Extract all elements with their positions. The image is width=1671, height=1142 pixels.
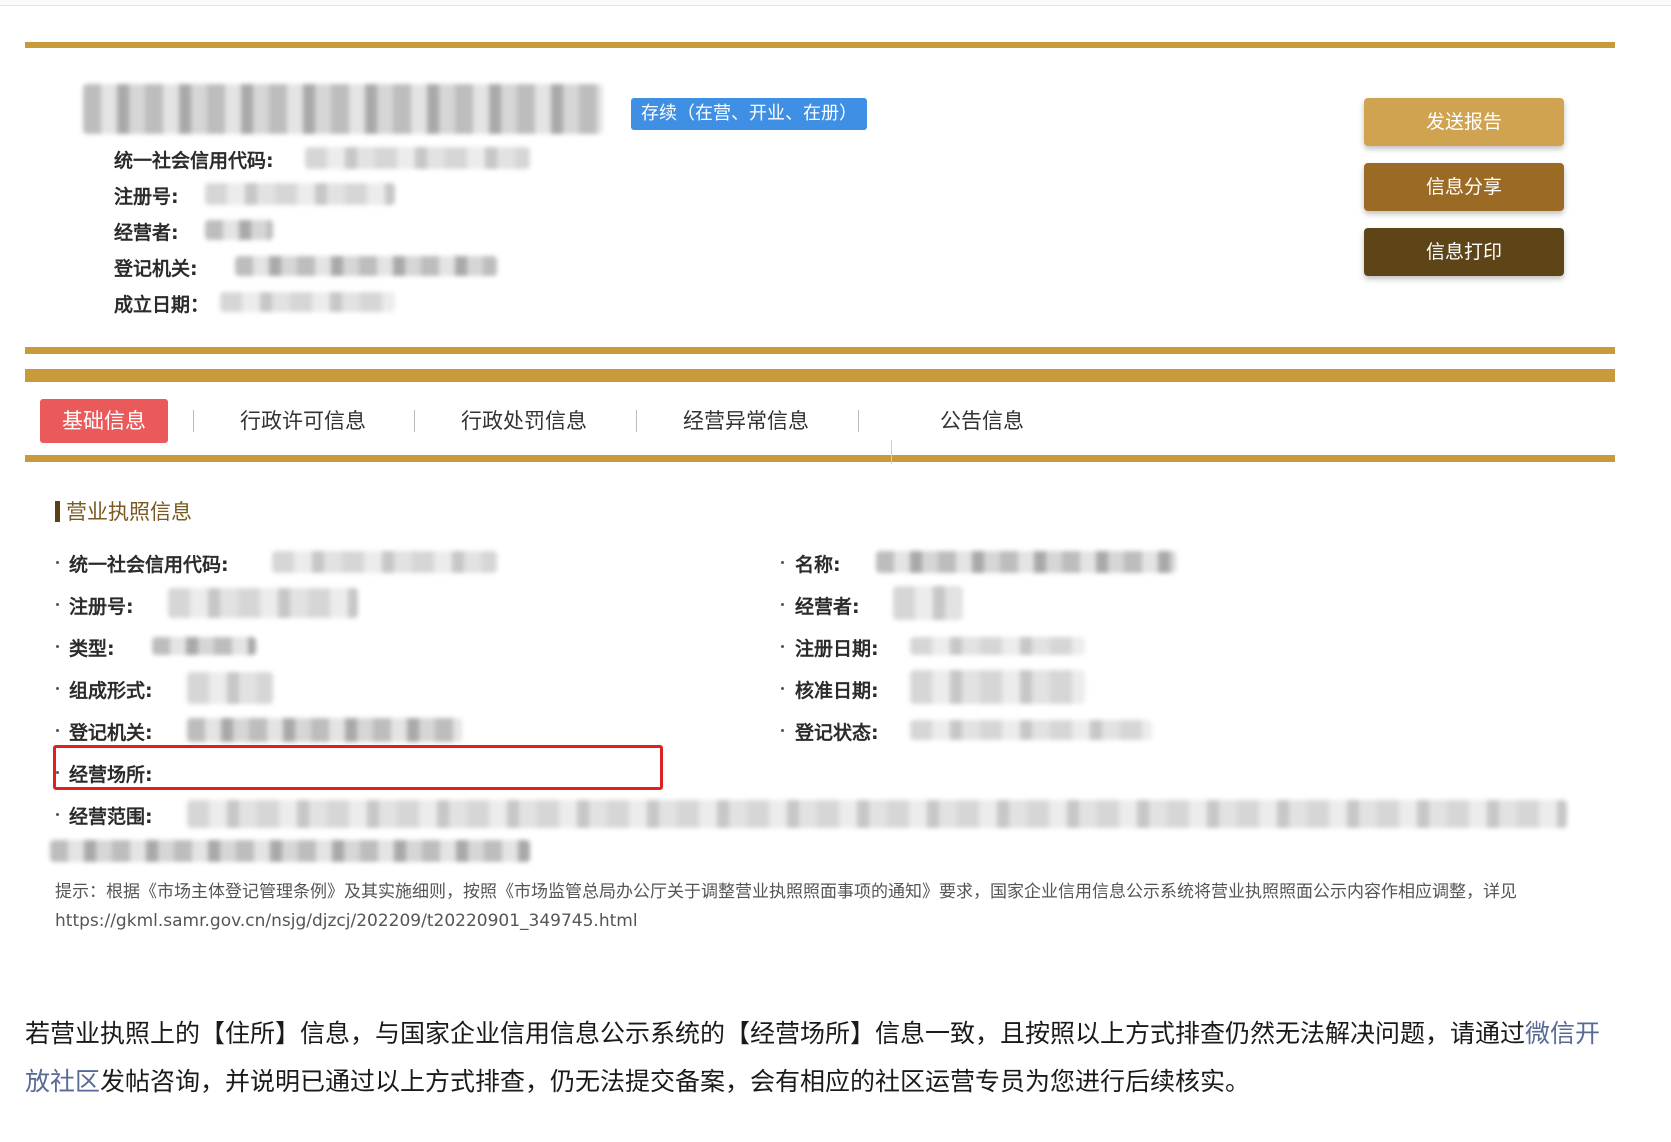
tab-separator xyxy=(193,410,194,432)
share-button[interactable]: 信息分享 xyxy=(1364,163,1564,211)
header-gold-bar xyxy=(25,42,1615,48)
bullet-dot xyxy=(781,729,784,732)
bullet-dot xyxy=(781,561,784,564)
license-label-reg-status: 登记状态: xyxy=(795,722,879,744)
license-label-reg-date: 注册日期: xyxy=(795,638,879,660)
field-value-redacted xyxy=(187,718,462,742)
business-scope-redacted xyxy=(50,840,530,862)
field-value-redacted xyxy=(910,720,1152,740)
field-label-founded: 成立日期： xyxy=(114,294,210,316)
article-paragraph: 若营业执照上的【住所】信息，与国家企业信用信息公示系统的【经营场所】信息一致，且… xyxy=(25,1010,1625,1106)
field-value-redacted xyxy=(876,551,1176,573)
field-value-redacted xyxy=(220,292,395,312)
article-text-after: 发帖咨询，并说明已通过以上方式排查，仍无法提交备案，会有相应的社区运营专员为您进… xyxy=(100,1067,1251,1096)
field-value-redacted xyxy=(235,256,497,276)
field-label-reg-no: 注册号: xyxy=(114,186,179,208)
field-label-operator: 经营者: xyxy=(114,222,179,244)
field-value-redacted xyxy=(187,672,273,704)
bullet-dot xyxy=(56,603,59,606)
divider-gold-bar xyxy=(25,347,1615,354)
license-label-authority: 登记机关: xyxy=(69,722,153,744)
field-value-redacted xyxy=(168,588,358,618)
tab-admin-license[interactable]: 行政许可信息 xyxy=(240,399,366,443)
status-badge: 存续（在营、开业、在册） xyxy=(631,98,867,130)
tab-separator xyxy=(636,410,637,432)
tab-admin-penalty[interactable]: 行政处罚信息 xyxy=(461,399,587,443)
license-adjustment-notice: 提示：根据《市场主体登记管理条例》及其实施细则，按照《市场监管总局办公厅关于调整… xyxy=(55,882,1517,931)
business-premises-highlight-box xyxy=(53,745,663,790)
license-label-reg-no: 注册号: xyxy=(69,596,134,618)
field-value-redacted xyxy=(910,637,1085,655)
tab-separator xyxy=(414,410,415,432)
license-label-business-scope: 经营范围: xyxy=(69,806,153,828)
tab-announcements[interactable]: 公告信息 xyxy=(940,399,1024,443)
bullet-dot xyxy=(781,687,784,690)
print-button[interactable]: 信息打印 xyxy=(1364,228,1564,276)
license-label-credit-code: 统一社会信用代码: xyxy=(69,554,229,576)
license-label-type: 类型: xyxy=(69,638,115,660)
field-label-authority: 登记机关: xyxy=(114,258,198,280)
company-name-redacted xyxy=(83,84,603,134)
bullet-dot xyxy=(781,645,784,648)
field-value-redacted xyxy=(893,586,963,620)
send-report-button[interactable]: 发送报告 xyxy=(1364,98,1564,146)
bullet-dot xyxy=(56,729,59,732)
tab-divider-line xyxy=(891,440,892,464)
field-value-redacted xyxy=(152,637,256,655)
bullet-dot xyxy=(781,603,784,606)
tabs-bottom-gold-bar xyxy=(25,455,1615,462)
field-label-credit-code: 统一社会信用代码: xyxy=(114,150,274,172)
tab-basic-info[interactable]: 基础信息 xyxy=(40,399,168,443)
tab-abnormal-operation[interactable]: 经营异常信息 xyxy=(683,399,809,443)
bullet-dot xyxy=(56,561,59,564)
tab-separator xyxy=(858,410,859,432)
bullet-dot xyxy=(56,687,59,690)
bullet-dot xyxy=(56,813,59,816)
field-value-redacted xyxy=(205,183,395,205)
tabs-top-gold-bar xyxy=(25,369,1615,382)
license-label-name: 名称: xyxy=(795,554,841,576)
article-text-before: 若营业执照上的【住所】信息，与国家企业信用信息公示系统的【经营场所】信息一致，且… xyxy=(25,1019,1526,1048)
license-label-approval-date: 核准日期: xyxy=(795,680,879,702)
license-label-operator: 经营者: xyxy=(795,596,860,618)
section-title-license: 营业执照信息 xyxy=(55,496,192,526)
business-scope-redacted xyxy=(187,800,1567,828)
field-value-redacted xyxy=(305,147,530,169)
field-value-redacted xyxy=(205,220,273,240)
enterprise-info-screenshot: 存续（在营、开业、在册） 统一社会信用代码: 注册号: 经营者: 登记机关: 成… xyxy=(0,0,1671,960)
field-value-redacted xyxy=(272,551,497,573)
field-value-redacted xyxy=(910,670,1085,704)
bullet-dot xyxy=(56,645,59,648)
license-label-form: 组成形式: xyxy=(69,680,153,702)
